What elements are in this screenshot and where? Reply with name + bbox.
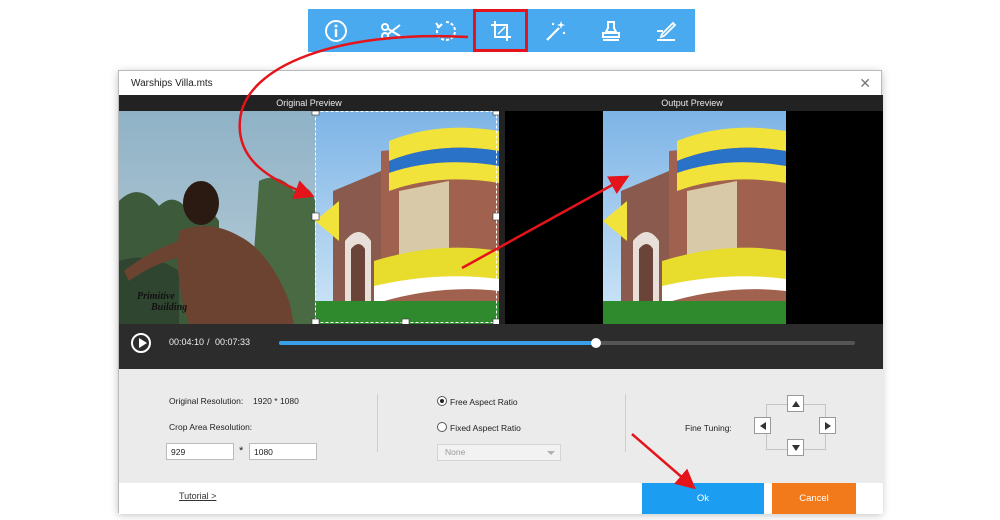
cancel-button[interactable]: Cancel — [772, 483, 856, 514]
crop-tool-button[interactable] — [473, 9, 528, 52]
editing-toolbar — [308, 9, 695, 52]
fine-tune-left-button[interactable] — [754, 417, 771, 434]
arrow-left-icon — [759, 421, 766, 430]
free-aspect-radio[interactable] — [437, 396, 447, 406]
watermark-line-2: Building — [151, 302, 188, 313]
seek-progress — [279, 341, 596, 345]
crop-dialog: Warships Villa.mts ✕ Original Preview Ou… — [118, 70, 883, 514]
fixed-aspect-radio[interactable] — [437, 422, 447, 432]
arrow-right-icon — [824, 421, 831, 430]
original-resolution-value: 1920 * 1080 — [253, 396, 299, 406]
fine-tuning-label: Fine Tuning: — [685, 423, 732, 433]
output-preview-label: Output Preview — [661, 98, 723, 108]
subtitle-tool-button[interactable] — [638, 9, 693, 52]
arrow-up-icon — [791, 400, 800, 407]
trim-tool-button[interactable] — [363, 9, 418, 52]
screenshot-stage: Warships Villa.mts ✕ Original Preview Ou… — [0, 0, 1000, 520]
stamp-icon — [601, 20, 620, 41]
tutorial-link[interactable]: Tutorial > — [179, 491, 216, 501]
fixed-aspect-label: Fixed Aspect Ratio — [450, 423, 521, 433]
magic-wand-icon — [545, 20, 565, 41]
output-preview-pane — [505, 111, 883, 324]
watermark-tool-button[interactable] — [583, 9, 638, 52]
info-icon — [324, 19, 347, 42]
settings-divider — [625, 394, 626, 452]
arrow-down-icon — [791, 444, 800, 451]
seek-handle[interactable] — [590, 338, 601, 348]
original-preview-pane[interactable]: Primitive Building — [119, 111, 499, 324]
effects-tool-button[interactable] — [528, 9, 583, 52]
edit-subtitle-icon — [656, 21, 676, 41]
fine-tune-right-button[interactable] — [819, 417, 836, 434]
free-aspect-label: Free Aspect Ratio — [450, 397, 518, 407]
original-preview-label: Original Preview — [276, 98, 342, 108]
fine-tune-down-button[interactable] — [787, 439, 804, 456]
seek-bar[interactable] — [279, 338, 855, 348]
ok-button[interactable]: Ok — [642, 483, 764, 514]
total-time: 00:07:33 — [215, 337, 251, 347]
info-tool-button[interactable] — [308, 9, 363, 52]
close-button[interactable]: ✕ — [859, 76, 871, 90]
time-separator: / — [207, 337, 210, 347]
watermark-line-1: Primitive — [137, 291, 175, 302]
original-resolution-label: Original Resolution: — [169, 396, 244, 406]
dialog-footer: Tutorial > Ok Cancel — [119, 483, 883, 514]
dialog-titlebar: Warships Villa.mts ✕ — [119, 71, 881, 95]
crop-height-field[interactable] — [249, 443, 317, 460]
output-frame-image — [505, 111, 883, 324]
fine-tune-up-button[interactable] — [787, 395, 804, 412]
crop-times-sign: * — [239, 445, 244, 457]
crop-area-resolution-label: Crop Area Resolution: — [169, 422, 253, 432]
current-time: 00:04:10 — [169, 337, 205, 347]
crop-settings-panel: Original Resolution: 1920 * 1080 Crop Ar… — [119, 369, 883, 483]
aspect-ratio-select[interactable]: None — [437, 444, 561, 461]
rotate-icon — [434, 20, 456, 41]
rotate-tool-button[interactable] — [418, 9, 473, 52]
dialog-title: Warships Villa.mts — [131, 77, 213, 89]
scissors-icon — [380, 22, 401, 40]
settings-divider — [377, 394, 378, 452]
play-button[interactable] — [131, 333, 151, 353]
crop-width-field[interactable] — [166, 443, 234, 460]
playback-controls: 00:04:10 / 00:07:33 — [119, 324, 883, 369]
crop-icon — [490, 20, 511, 41]
preview-area: Original Preview Output Preview Primitiv… — [119, 95, 883, 369]
watermark-text: Primitive Building — [137, 291, 187, 313]
